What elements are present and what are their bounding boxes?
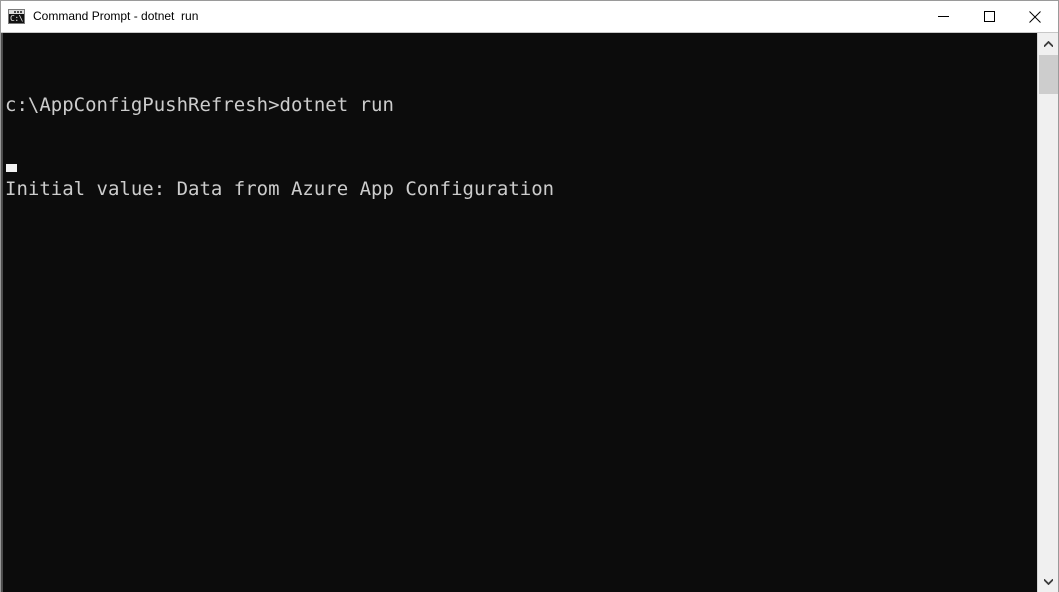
scrollbar-thumb[interactable] [1039, 55, 1058, 94]
chevron-up-icon [1043, 40, 1053, 47]
maximize-button[interactable] [966, 1, 1012, 32]
caption-button-group [920, 1, 1058, 32]
cmd-icon-text: C:\ [10, 14, 23, 23]
window-client-area: c:\AppConfigPushRefresh>dotnet run Initi… [1, 32, 1058, 592]
minimize-icon [937, 16, 949, 17]
text-cursor [6, 164, 17, 172]
command-prompt-window: C:\ Command Prompt - dotnet run c:\AppCo… [0, 0, 1059, 592]
close-button[interactable] [1012, 1, 1058, 32]
minimize-button[interactable] [920, 1, 966, 32]
close-icon [1029, 10, 1041, 23]
cmd-icon-dot [14, 11, 16, 13]
console-output-area[interactable]: c:\AppConfigPushRefresh>dotnet run Initi… [1, 33, 1037, 592]
scrollbar-track[interactable] [1038, 54, 1058, 571]
console-text: c:\AppConfigPushRefresh>dotnet run Initi… [3, 33, 1037, 259]
scroll-down-button[interactable] [1038, 571, 1058, 592]
cmd-icon-dot [20, 11, 22, 13]
vertical-scrollbar[interactable] [1037, 33, 1058, 592]
title-bar-left: C:\ Command Prompt - dotnet run [1, 1, 198, 32]
console-line: c:\AppConfigPushRefresh>dotnet run [5, 94, 394, 116]
console-line: Initial value: Data from Azure App Confi… [5, 178, 555, 200]
cmd-icon-dot [17, 11, 19, 13]
chevron-down-icon [1043, 578, 1053, 585]
title-bar[interactable]: C:\ Command Prompt - dotnet run [1, 1, 1058, 32]
cmd-icon[interactable]: C:\ [8, 9, 25, 24]
scroll-up-button[interactable] [1038, 33, 1058, 54]
window-title: Command Prompt - dotnet run [33, 9, 199, 23]
maximize-icon [983, 11, 995, 22]
